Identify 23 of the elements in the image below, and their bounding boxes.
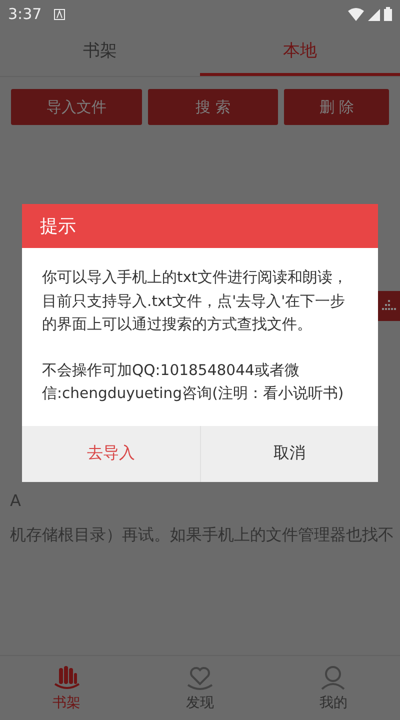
- action-button[interactable]: 删 除: [284, 89, 390, 125]
- tab[interactable]: 本地: [200, 28, 400, 76]
- text-line: A: [10, 490, 21, 512]
- dialog-title: 提示: [22, 204, 378, 248]
- grid-button[interactable]: [378, 291, 400, 321]
- nav-label[interactable]: 发现: [186, 694, 214, 712]
- person-icon: [319, 664, 348, 692]
- dialog-message: 你可以导入手机上的txt文件进行阅读和朗读，目前只支持导入.txt文件，点'去导入'在下一步的界面上可以通过搜索的方式查找文件。: [42, 268, 348, 335]
- action-button[interactable]: 导入文件: [11, 89, 142, 125]
- signal-icon: [368, 8, 380, 20]
- nav-label[interactable]: 书架: [52, 694, 81, 712]
- grid-icon: [382, 300, 396, 312]
- action-button[interactable]: 搜 索: [148, 89, 278, 125]
- tab[interactable]: 书架: [0, 28, 200, 76]
- battery-icon: [384, 7, 392, 21]
- hand-icon: [52, 664, 81, 692]
- nav-label[interactable]: 我的: [319, 694, 348, 712]
- text-line: 机存储根目录）再试。如果手机上的文件管理器也找不: [10, 524, 394, 546]
- dialog-message: 不会操作可加QQ:1018548044或者微信:chengduyueting咨询(注明：看小说听书): [42, 360, 345, 404]
- status-time: 3:37: [8, 5, 42, 23]
- heart-icon: [184, 664, 215, 692]
- wifi-icon: [348, 8, 364, 20]
- notification-icon: [54, 8, 65, 20]
